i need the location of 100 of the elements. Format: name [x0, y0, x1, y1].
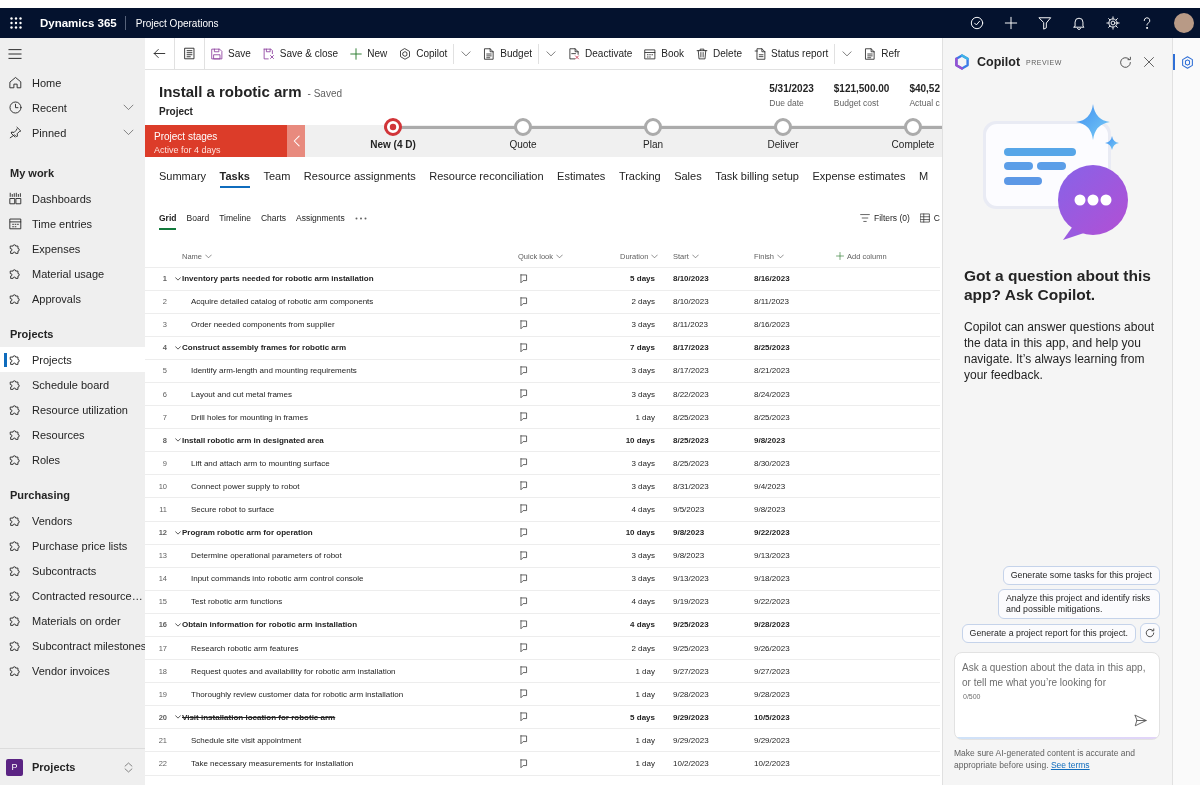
- tab[interactable]: Team: [263, 157, 291, 195]
- toolbar-button[interactable]: Save: [205, 38, 257, 69]
- view-action-button[interactable]: C: [919, 204, 940, 232]
- suggestion-chip[interactable]: Generate some tasks for this project: [1002, 566, 1160, 585]
- speech-bubble-icon[interactable]: [520, 689, 530, 700]
- toolbar-button[interactable]: Refr: [858, 38, 907, 69]
- toolbar-button[interactable]: Book: [638, 38, 691, 69]
- toolbar-button[interactable]: Deactivate: [562, 38, 639, 69]
- speech-bubble-icon[interactable]: [520, 573, 530, 584]
- speech-bubble-icon[interactable]: [520, 527, 530, 538]
- nav-item[interactable]: Resources: [0, 422, 145, 447]
- tab[interactable]: Expense estimates: [812, 157, 906, 195]
- nav-item[interactable]: Vendors: [0, 508, 145, 533]
- toolbar-button[interactable]: New: [344, 38, 394, 69]
- speech-bubble-icon[interactable]: [520, 296, 530, 307]
- nav-item[interactable]: Purchase price lists: [0, 533, 145, 558]
- stage-step[interactable]: New (4 D): [365, 118, 421, 151]
- menu-icon[interactable]: [8, 47, 22, 61]
- send-icon[interactable]: [1134, 714, 1147, 727]
- stage-step[interactable]: Quote: [495, 118, 551, 151]
- close-icon[interactable]: [1143, 56, 1155, 68]
- nav-item[interactable]: Schedule board: [0, 372, 145, 397]
- speech-bubble-icon[interactable]: [520, 619, 530, 630]
- toolbar-button[interactable]: Delete: [690, 38, 748, 69]
- suggestion-chip[interactable]: Analyze this project and identify risks and possible mitigations.: [998, 589, 1160, 619]
- nav-item[interactable]: Roles: [0, 447, 145, 472]
- chevron-down-icon[interactable]: [175, 275, 181, 282]
- speech-bubble-icon[interactable]: [520, 365, 530, 376]
- nav-item[interactable]: Contracted resource…: [0, 583, 145, 608]
- tab[interactable]: Resource assignments: [303, 157, 416, 195]
- toolbar-button[interactable]: Budget: [477, 38, 539, 69]
- chevron-down-icon[interactable]: [175, 437, 181, 444]
- view-tab[interactable]: Assignments: [296, 204, 345, 232]
- toolbar-button[interactable]: Copilot: [393, 38, 454, 69]
- speech-bubble-icon[interactable]: [520, 550, 530, 561]
- speech-bubble-icon[interactable]: [520, 504, 530, 515]
- nav-item[interactable]: Pinned: [0, 120, 145, 145]
- nav-item[interactable]: Vendor invoices: [0, 658, 145, 683]
- speech-bubble-icon[interactable]: [520, 389, 530, 399]
- chevron-down-icon[interactable]: [123, 127, 134, 138]
- nav-item[interactable]: Material usage: [0, 261, 145, 286]
- terms-link[interactable]: See terms: [1050, 760, 1090, 770]
- nav-item[interactable]: Resource utilization: [0, 397, 145, 422]
- chevron-down-icon[interactable]: [175, 529, 181, 536]
- speech-bubble-icon[interactable]: [520, 758, 530, 769]
- stage-step[interactable]: Deliver: [755, 118, 811, 151]
- speech-bubble-icon[interactable]: [520, 435, 530, 446]
- view-tab[interactable]: Board: [186, 204, 210, 232]
- speech-bubble-icon[interactable]: [520, 735, 530, 746]
- speech-bubble-icon[interactable]: [520, 273, 530, 284]
- speech-bubble-icon[interactable]: [520, 666, 530, 677]
- view-tab[interactable]: Timeline: [219, 204, 251, 232]
- nav-item[interactable]: Home: [0, 70, 145, 95]
- refresh-icon[interactable]: [1119, 55, 1132, 69]
- speech-bubble-icon[interactable]: [520, 481, 530, 492]
- speech-bubble-icon[interactable]: [520, 342, 530, 353]
- toolbar-button[interactable]: Save & close: [256, 38, 345, 69]
- dot-grid-icon[interactable]: [10, 17, 22, 29]
- view-tab[interactable]: Charts: [261, 204, 287, 232]
- tab[interactable]: Sales: [674, 157, 702, 195]
- speech-bubble-icon[interactable]: [520, 458, 530, 469]
- tab[interactable]: Estimates: [557, 157, 606, 195]
- chevron-down-icon[interactable]: [123, 102, 134, 113]
- stage-step[interactable]: Plan: [625, 118, 681, 151]
- nav-item[interactable]: Time entries: [0, 211, 145, 236]
- tab[interactable]: Tracking: [618, 157, 661, 195]
- speech-bubble-icon[interactable]: [520, 596, 530, 607]
- stage-step[interactable]: Complete: [885, 118, 941, 151]
- chat-input-field[interactable]: Ask a question about the data in this app, or tell me what you’re looking for: [955, 653, 1159, 690]
- refresh-suggestions-button[interactable]: [1140, 623, 1160, 643]
- nav-item[interactable]: Materials on order: [0, 608, 145, 633]
- circle-check-icon[interactable]: [970, 16, 984, 30]
- nav-item[interactable]: Expenses: [0, 236, 145, 261]
- area-switcher[interactable]: P Projects: [0, 748, 145, 785]
- speech-bubble-icon[interactable]: [520, 712, 530, 723]
- plus-icon[interactable]: [1004, 16, 1018, 30]
- speech-bubble-icon[interactable]: [520, 412, 530, 423]
- settings-icon[interactable]: [1106, 16, 1120, 30]
- more-icon[interactable]: [354, 216, 367, 220]
- stage-summary-panel[interactable]: Project stages Active for 4 days: [145, 125, 287, 157]
- suggestion-chip[interactable]: Generate a project report for this project.: [961, 623, 1136, 643]
- nav-item[interactable]: Subcontract milestones: [0, 633, 145, 658]
- nav-item[interactable]: Dashboards: [0, 186, 145, 211]
- tab[interactable]: M: [918, 157, 929, 195]
- speech-bubble-icon[interactable]: [520, 643, 530, 654]
- tab[interactable]: Task billing setup: [715, 157, 799, 195]
- chevron-down-icon[interactable]: [175, 714, 181, 721]
- tab[interactable]: Resource reconciliation: [429, 157, 544, 195]
- bell-icon[interactable]: [1072, 16, 1086, 30]
- view-action-button[interactable]: Filters (0): [859, 204, 910, 232]
- tab[interactable]: Summary: [159, 157, 207, 195]
- nav-item[interactable]: Subcontracts: [0, 558, 145, 583]
- chevron-down-icon[interactable]: [175, 344, 181, 351]
- toolbar-button[interactable]: Status report: [748, 38, 835, 69]
- nav-item[interactable]: Approvals: [0, 286, 145, 311]
- nav-item[interactable]: Projects: [0, 347, 145, 372]
- user-avatar[interactable]: [1174, 13, 1194, 33]
- filter-icon[interactable]: [1038, 16, 1052, 30]
- speech-bubble-icon[interactable]: [520, 319, 530, 330]
- chevron-down-icon[interactable]: [175, 621, 181, 628]
